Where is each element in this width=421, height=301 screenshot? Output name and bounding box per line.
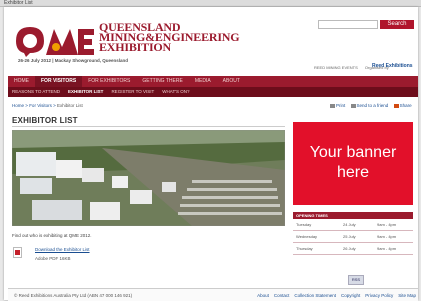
opening-times-date: 24 July [343, 222, 356, 227]
opening-times-day: Thursday [296, 246, 313, 251]
nav-item-for-visitors[interactable]: FOR VISITORS [35, 76, 83, 87]
footer-link-collection-statement[interactable]: Collection Statement [294, 293, 336, 298]
email-icon[interactable] [350, 103, 356, 108]
page-title: EXHIBITOR LIST [12, 116, 78, 125]
share-link[interactable]: Share [400, 103, 412, 108]
download-exhibitor-list-link[interactable]: Download the Exhibitor List [35, 247, 90, 252]
breadcrumb-home[interactable]: Home [12, 103, 24, 108]
opening-times-date: 26 July [343, 246, 356, 251]
nav-item-media[interactable]: MEDIA [189, 76, 217, 87]
pdf-icon [13, 247, 22, 258]
intro-text: Find out who is exhibiting at QME 2012. [12, 233, 92, 238]
search-button[interactable]: Search [380, 20, 414, 29]
share-icon[interactable] [393, 103, 399, 108]
opening-times-time: 9am - 4pm [377, 246, 397, 251]
opening-times-row: Thursday 26 July 9am - 4pm [293, 243, 413, 255]
logo-title: QUEENSLAND MINING&ENGINEERING EXHIBITION [99, 21, 240, 53]
footer-link-site-map[interactable]: Site Map [398, 293, 416, 298]
banner-text-line2: here [336, 164, 370, 181]
footer-link-contact[interactable]: Contact [274, 293, 290, 298]
footer-link-about[interactable]: About [257, 293, 269, 298]
opening-times-title: OPENING TIMES [293, 212, 413, 219]
send-to-friend-link[interactable]: Send to a friend [357, 103, 389, 108]
breadcrumb-current: Exhibitor List [57, 103, 83, 108]
opening-times-date: 25 July [343, 234, 356, 239]
nav-item-for-exhibitors[interactable]: FOR EXHIBITORS [82, 76, 136, 87]
search-input[interactable] [318, 20, 378, 29]
footer-link-privacy-policy[interactable]: Privacy Policy [365, 293, 393, 298]
opening-times-time: 9am - 4pm [377, 222, 397, 227]
download-file-meta: Adobe PDF 16KB [35, 256, 71, 261]
divider [12, 126, 285, 127]
copyright-text: © Reed Exhibitions Australia Pty Ltd (AB… [14, 293, 133, 298]
partner-mining-events: REED MINING EVENTS [314, 65, 358, 70]
main-nav: HOME FOR VISITORS FOR EXHIBITORS GETTING TH… [8, 76, 418, 87]
subnav-item-register-to-visit[interactable]: REGISTER TO VISIT [107, 87, 158, 97]
opening-times: OPENING TIMES Tuesday 24 July 9am - 4pm Wed… [293, 212, 413, 255]
subnav-item-reasons-to-attend[interactable]: REASONS TO ATTEND [8, 87, 64, 97]
banner-text-line1: Your banner [309, 144, 397, 161]
rss-feed-icon[interactable]: RSS [348, 275, 364, 285]
breadcrumb: Home > For Visitors > Exhibitor List [12, 103, 83, 108]
opening-times-day: Tuesday [296, 222, 312, 227]
opening-times-row: Tuesday 24 July 9am - 4pm [293, 219, 413, 231]
subnav-item-what-s-on-[interactable]: WHAT'S ON? [158, 87, 193, 97]
footer-link-copyright[interactable]: Copyright [341, 293, 360, 298]
footer: © Reed Exhibitions Australia Pty Ltd (AB… [8, 288, 418, 301]
window-title: Exhibitor List [4, 0, 33, 6]
nav-item-about[interactable]: ABOUT [217, 76, 246, 87]
window-title-bar: Exhibitor List [0, 0, 421, 7]
qme-logo-graphic[interactable] [12, 23, 96, 57]
opening-times-day: Wednesday [296, 234, 318, 239]
opening-times-row: Wednesday 25 July 9am - 4pm [293, 231, 413, 243]
page: QUEENSLAND MINING&ENGINEERING EXHIBITION… [4, 7, 418, 301]
page-tools: Print Send to a friend Share [326, 103, 412, 108]
nav-item-home[interactable]: HOME [8, 76, 35, 87]
opening-times-time: 9am - 4pm [377, 234, 397, 239]
event-date-location: 26-26 July 2012 | Mackay Showground, Que… [18, 58, 129, 63]
reed-exhibitions-logo[interactable]: Reed Exhibitions [372, 63, 413, 69]
subnav-item-exhibitor-list[interactable]: EXHIBITOR LIST [64, 87, 107, 97]
print-link[interactable]: Print [336, 103, 345, 108]
banner-ad[interactable]: Your banner here [293, 122, 413, 205]
footer-links: About Contact Collection Statement Copyrigh… [252, 293, 416, 298]
breadcrumb-for-visitors[interactable]: For Visitors [29, 103, 52, 108]
header: QUEENSLAND MINING&ENGINEERING EXHIBITION… [4, 7, 418, 73]
print-icon[interactable] [330, 103, 335, 108]
aerial-exhibition-photo [12, 130, 285, 226]
nav-item-getting-there[interactable]: GETTING THERE [136, 76, 188, 87]
breadcrumb-separator: > [25, 103, 28, 108]
sub-nav: REASONS TO ATTEND EXHIBITOR LIST REGISTER … [8, 87, 418, 97]
breadcrumb-separator: > [53, 103, 56, 108]
